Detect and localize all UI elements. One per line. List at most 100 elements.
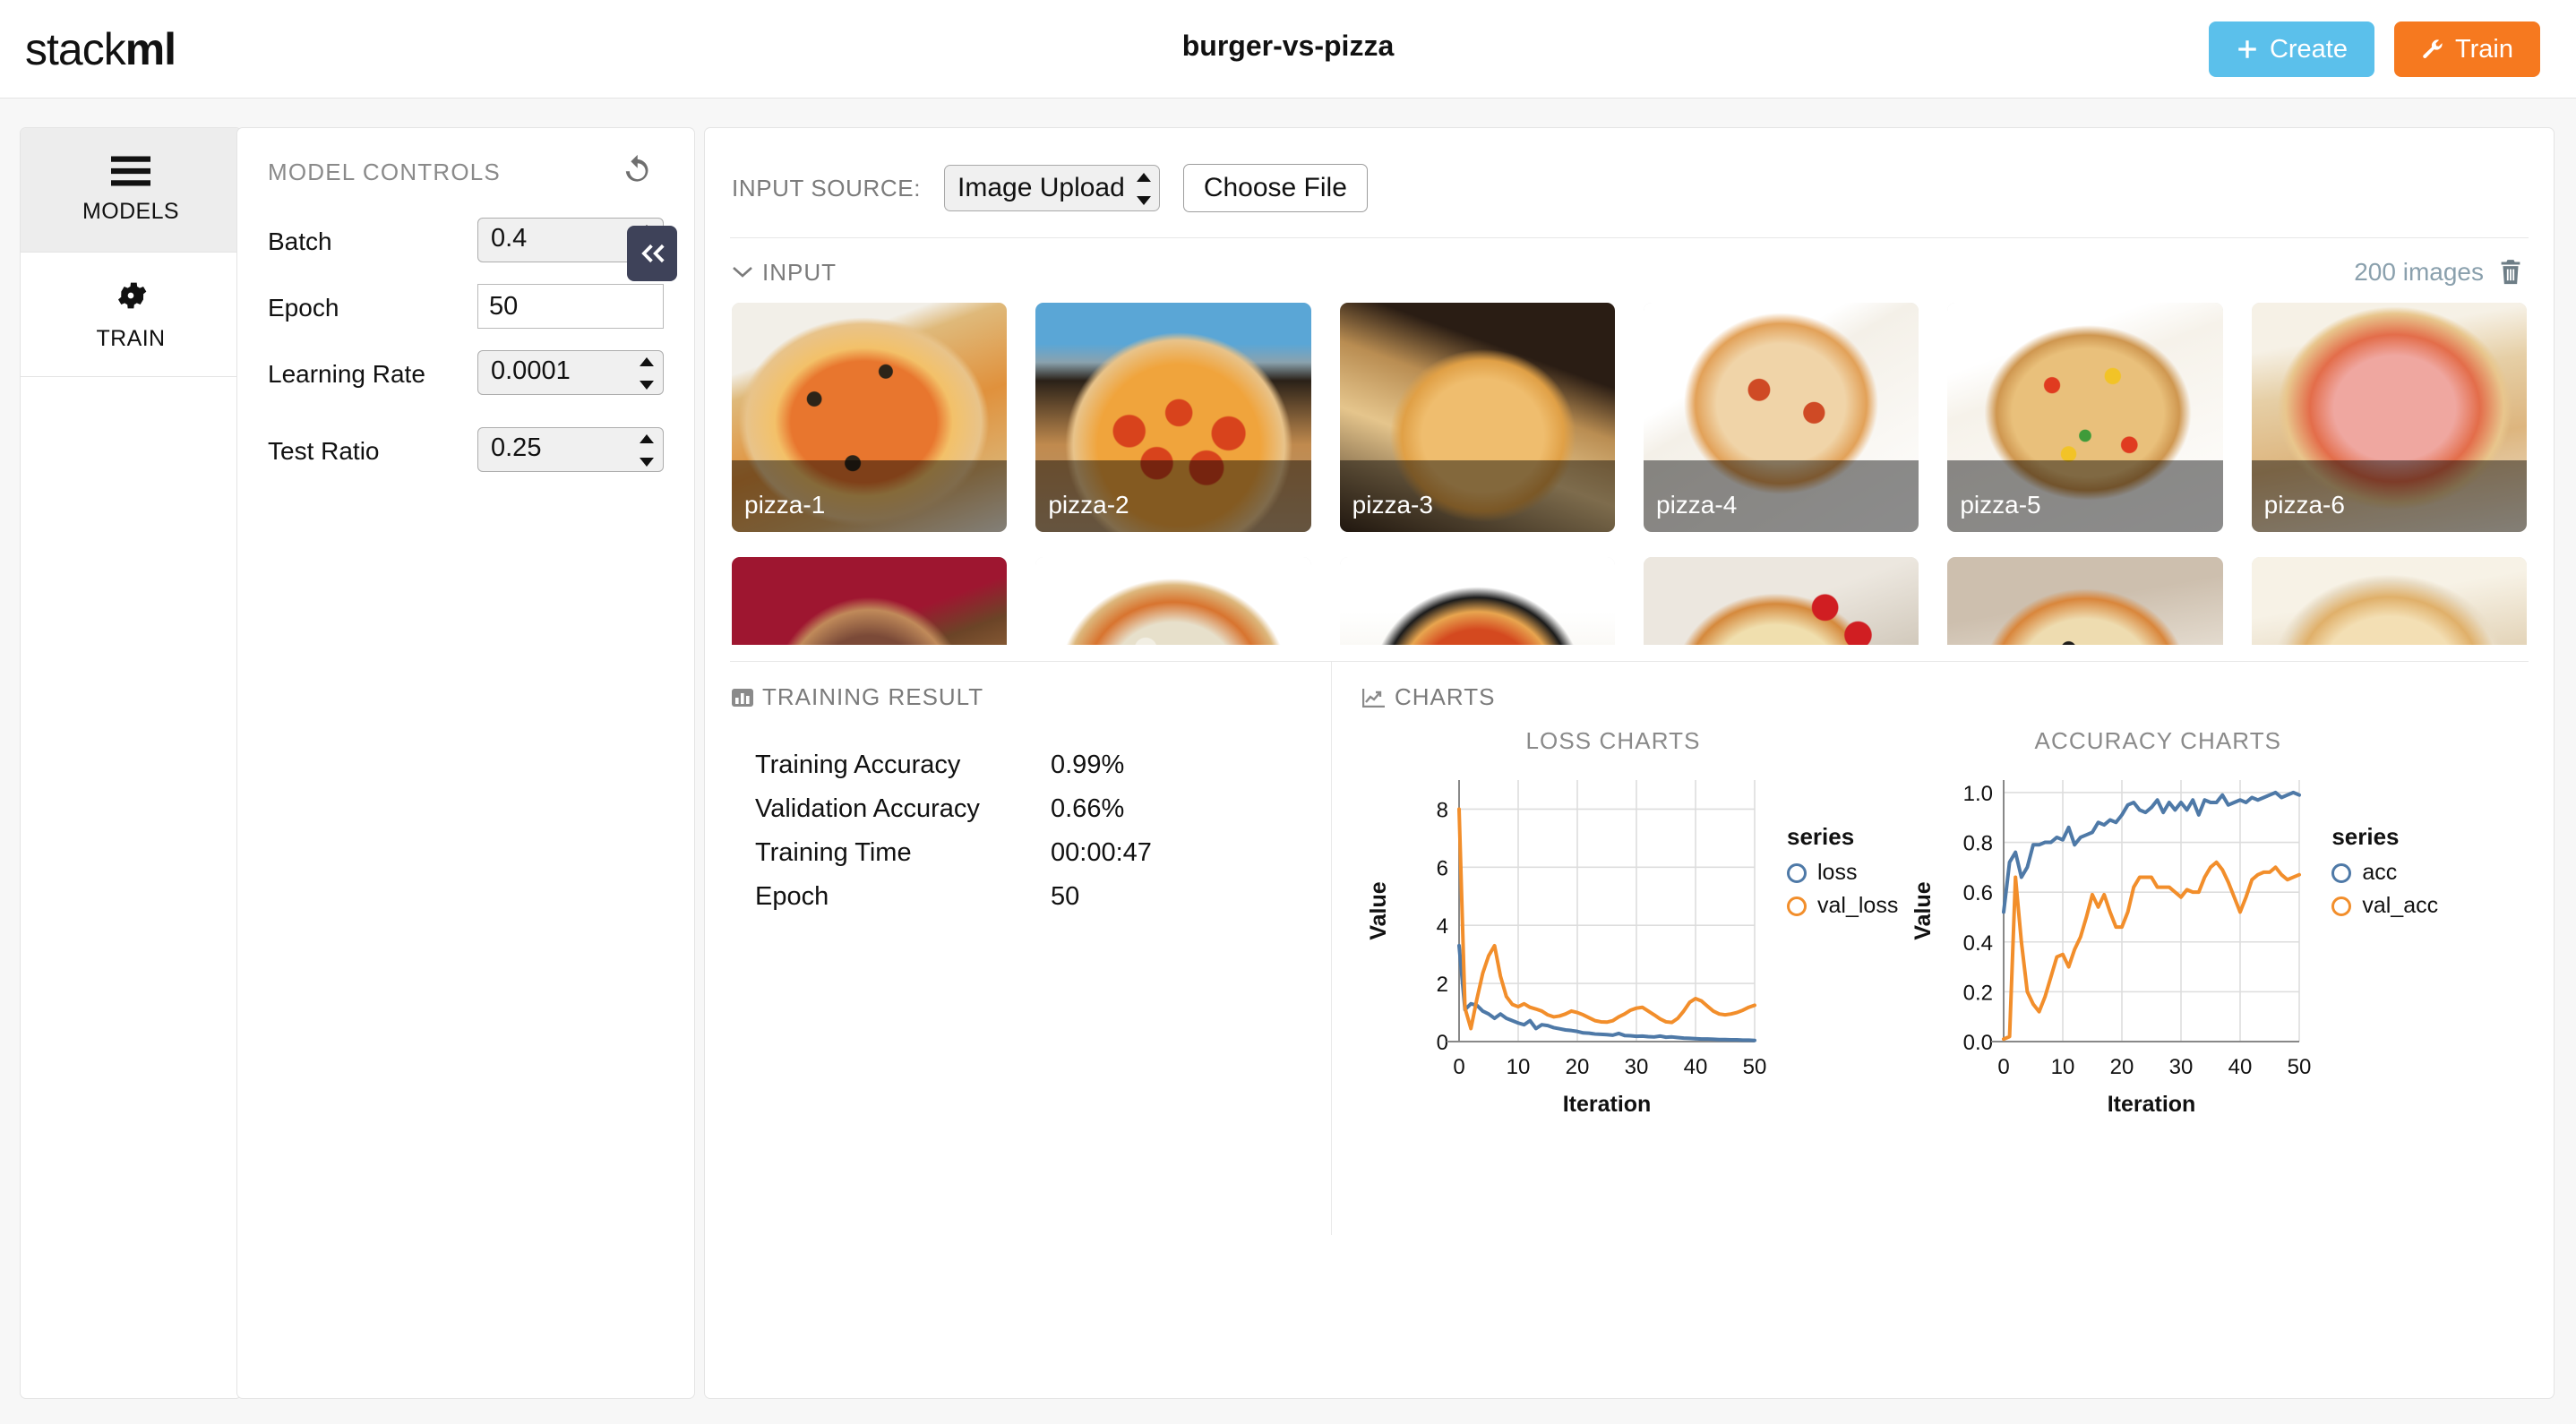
line-chart-icon	[1362, 688, 1386, 708]
thumbnail-item[interactable]	[1947, 557, 2223, 645]
field-batch: Batch 0.4	[268, 218, 664, 270]
legend-marker-icon	[1787, 896, 1807, 916]
page-title: burger-vs-pizza	[1181, 30, 1395, 62]
app-body: MODELS TRAIN MODEL CONTROLS Batch 0.4 Ep…	[0, 99, 2576, 1424]
result-key: Training Accuracy	[755, 751, 961, 779]
svg-text:30: 30	[2169, 1055, 2194, 1079]
charts-row: LOSS CHARTS 0 2 4 6 8 0 10 20 30 40 50 Iteration Val…	[1362, 727, 2554, 1124]
image-count-text: 200 images	[2354, 258, 2484, 286]
legend-title: series	[2331, 823, 2400, 850]
nav-rail: MODELS TRAIN	[20, 127, 242, 1399]
chevron-down-icon	[732, 265, 753, 279]
trash-icon[interactable]	[2498, 259, 2523, 286]
svg-text:Iteration: Iteration	[1563, 1092, 1652, 1117]
thumbnail-item[interactable]: pizza-6	[2251, 303, 2527, 532]
result-value: 00:00:47	[1051, 838, 1152, 867]
sidebar-item-train[interactable]: TRAIN	[21, 253, 241, 377]
thumbnail-item[interactable]: pizza-5	[1947, 303, 2223, 532]
app-root: stackml burger-vs-pizza Create Train MOD…	[0, 0, 2576, 1424]
hamburger-icon	[111, 156, 150, 186]
svg-text:0.6: 0.6	[1963, 881, 1993, 905]
training-result-table: Training Accuracy 0.99% Validation Accur…	[755, 751, 1331, 912]
svg-text:50: 50	[2288, 1055, 2312, 1079]
accuracy-chart-box: ACCURACY CHARTS 0.0 0.2 0.4 0.6 0.8 1.0 0 10 20 3…	[1907, 727, 2438, 1124]
svg-text:40: 40	[1684, 1055, 1708, 1079]
svg-text:0: 0	[1998, 1055, 2010, 1079]
model-controls-fields: Batch 0.4 Epoch Learning Rate 0.0001	[268, 218, 664, 479]
batch-value: 0.4	[491, 224, 528, 253]
sidebar-item-models[interactable]: MODELS	[21, 128, 241, 253]
learning-rate-stepper[interactable]: 0.0001	[477, 350, 664, 395]
svg-text:10: 10	[1507, 1055, 1531, 1079]
field-test-ratio-label: Test Ratio	[268, 437, 380, 465]
collapse-panel-button[interactable]	[627, 226, 677, 281]
svg-text:2: 2	[1437, 973, 1448, 997]
thumbnail-item[interactable]	[1035, 557, 1311, 645]
test-ratio-value: 0.25	[491, 433, 542, 462]
header-actions: Create Train	[2208, 21, 2540, 77]
select-arrows-icon	[1136, 173, 1151, 205]
result-key: Epoch	[755, 882, 829, 911]
thumbnail-item[interactable]: pizza-2	[1035, 303, 1311, 532]
thumbnail-item[interactable]	[1339, 557, 1615, 645]
svg-text:Value: Value	[1366, 881, 1391, 939]
charts-title: CHARTS	[1395, 683, 1496, 710]
app-header: stackml burger-vs-pizza Create Train	[0, 0, 2576, 99]
input-section-title: INPUT	[762, 258, 837, 286]
epoch-input[interactable]	[477, 284, 664, 329]
input-source-select[interactable]: Image Upload	[944, 165, 1160, 211]
legend-marker-icon	[2331, 896, 2352, 916]
legend-item[interactable]: val_acc	[2331, 893, 2438, 919]
legend-label: acc	[2362, 860, 2398, 885]
reset-button[interactable]	[617, 150, 657, 189]
legend-item[interactable]: acc	[2331, 860, 2438, 886]
thumbnail-item[interactable]	[2251, 557, 2527, 645]
legend-label: val_acc	[2362, 893, 2439, 918]
input-source-select-value: Image Upload	[957, 173, 1125, 202]
gear-icon	[113, 278, 149, 313]
stepper-arrows-icon[interactable]	[640, 434, 654, 467]
input-section-toggle[interactable]: INPUT	[732, 259, 837, 287]
svg-text:Value: Value	[1911, 881, 1936, 939]
accuracy-chart-title: ACCURACY CHARTS	[2034, 727, 2282, 754]
table-row: Validation Accuracy 0.66%	[755, 794, 1331, 824]
loss-chart-legend: series loss val_loss	[1787, 823, 1898, 926]
legend-label: val_loss	[1817, 893, 1899, 918]
model-controls-panel: MODEL CONTROLS Batch 0.4 Epoch 50 Learni…	[236, 127, 695, 1399]
train-button[interactable]: Train	[2394, 21, 2540, 77]
test-ratio-stepper[interactable]: 0.25	[477, 427, 664, 472]
thumbnail-item[interactable]: pizza-3	[1339, 303, 1615, 532]
train-button-label: Train	[2455, 34, 2513, 64]
legend-item[interactable]: loss	[1787, 860, 1898, 886]
accuracy-chart: 0.0 0.2 0.4 0.6 0.8 1.0 0 10 20 30 40 50 Iteration Va…	[1911, 780, 2312, 1117]
thumbnail-caption: pizza-5	[1947, 460, 2223, 532]
thumbnail-item[interactable]: pizza-4	[1644, 303, 1919, 532]
legend-item[interactable]: val_loss	[1787, 893, 1898, 919]
input-image-count: 200 images	[2354, 258, 2523, 287]
svg-text:0.4: 0.4	[1963, 931, 1993, 956]
svg-text:0: 0	[1437, 1031, 1448, 1055]
field-learning-rate-label: Learning Rate	[268, 360, 425, 388]
svg-text:8: 8	[1437, 798, 1448, 822]
learning-rate-value: 0.0001	[491, 356, 571, 385]
svg-text:1.0: 1.0	[1963, 782, 1993, 806]
create-button[interactable]: Create	[2208, 21, 2374, 77]
charts-header: CHARTS	[1362, 683, 2554, 711]
legend-label: loss	[1817, 860, 1858, 885]
choose-file-button[interactable]: Choose File	[1182, 164, 1368, 212]
sidebar-item-train-label: TRAIN	[96, 325, 166, 351]
svg-text:4: 4	[1437, 914, 1448, 939]
thumbnail-caption: pizza-6	[2251, 460, 2527, 532]
thumbnail-image	[1947, 557, 2223, 645]
thumbnail-caption: pizza-4	[1644, 460, 1919, 532]
thumbnail-item[interactable]	[732, 557, 1008, 645]
svg-text:Iteration: Iteration	[2108, 1092, 2196, 1117]
thumbnail-item[interactable]	[1644, 557, 1919, 645]
legend-marker-icon	[2331, 862, 2352, 883]
thumbnail-item[interactable]: pizza-1	[732, 303, 1008, 532]
wrench-icon	[2421, 38, 2444, 61]
field-learning-rate: Learning Rate 0.0001	[268, 350, 664, 402]
field-batch-label: Batch	[268, 227, 332, 255]
svg-text:40: 40	[2228, 1055, 2253, 1079]
stepper-arrows-icon[interactable]	[640, 357, 654, 390]
